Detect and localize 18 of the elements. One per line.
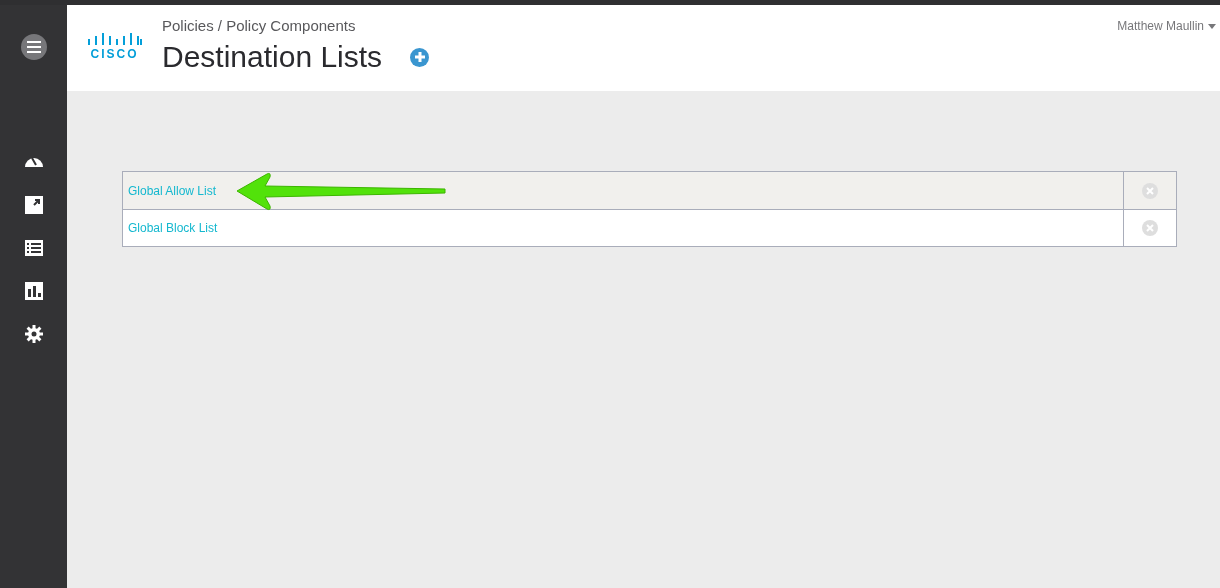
list-link[interactable]: Global Allow List xyxy=(128,181,217,200)
menu-icon xyxy=(26,41,41,53)
breadcrumb: Policies / Policy Components xyxy=(162,17,357,35)
add-button[interactable] xyxy=(410,47,430,67)
menu-button[interactable] xyxy=(20,34,47,60)
list-row[interactable]: Global Block List xyxy=(123,209,1176,246)
plus-icon xyxy=(414,52,425,62)
external-link-icon[interactable] xyxy=(23,195,44,215)
page-title: Destination Lists xyxy=(162,39,383,75)
settings-icon[interactable] xyxy=(23,324,44,344)
logo-text: CISCO xyxy=(90,48,139,60)
logo-bars-icon xyxy=(87,33,142,47)
list-icon[interactable] xyxy=(23,238,44,258)
caret-icon xyxy=(1208,23,1216,29)
list-row[interactable]: Global Allow List xyxy=(123,172,1176,209)
bar-chart-icon[interactable] xyxy=(23,281,44,301)
list-link[interactable]: Global Block List xyxy=(128,219,218,237)
user-menu[interactable]: Matthew Maullin xyxy=(1117,17,1216,35)
